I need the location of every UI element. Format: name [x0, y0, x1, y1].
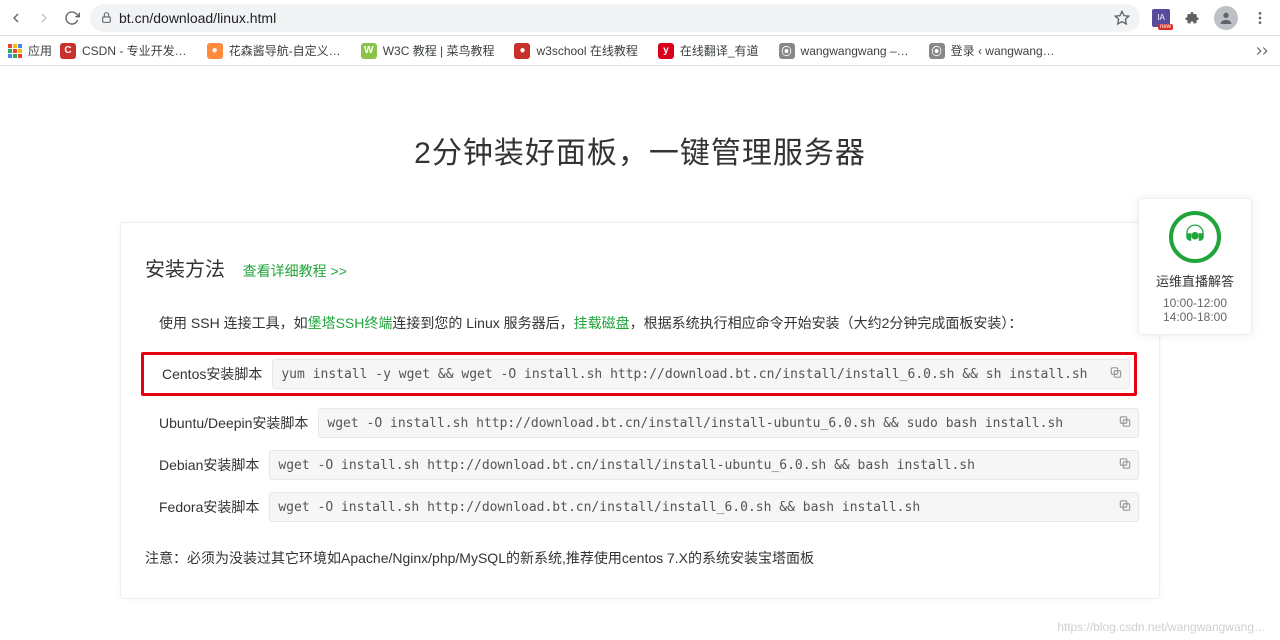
bookmark-item[interactable]: W W3C 教程 | 菜鸟教程 — [361, 42, 495, 59]
ssh-terminal-link[interactable]: 堡塔SSH终端 — [308, 315, 393, 331]
bookmark-item[interactable]: ⦿ wangwangwang –… — [779, 42, 909, 59]
support-float-card[interactable]: 运维直播解答 10:00-12:00 14:00-18:00 — [1138, 198, 1252, 335]
intro-pre: 使用 SSH 连接工具，如 — [159, 315, 308, 331]
forward-button[interactable] — [34, 8, 54, 28]
favicon: ⦿ — [929, 43, 945, 59]
favicon: ● — [207, 43, 223, 59]
script-label: Fedora安装脚本 — [159, 497, 259, 517]
apps-label: 应用 — [28, 42, 52, 59]
hero-heading: 2分钟装好面板，一键管理服务器 — [0, 128, 1280, 172]
watermark: https://blog.csdn.net/wangwangwang… — [1057, 620, 1266, 634]
intro-post: ，根据系统执行相应命令开始安装（大约2分钟完成面板安装）： — [630, 315, 1023, 331]
apps-icon — [8, 44, 22, 58]
bookmark-item[interactable]: ● 花森酱导航-自定义… — [207, 42, 341, 59]
bookmark-label: W3C 教程 | 菜鸟教程 — [383, 42, 495, 59]
install-script-row: Ubuntu/Deepin安装脚本 wget -O install.sh htt… — [159, 408, 1139, 438]
star-icon[interactable] — [1114, 10, 1130, 26]
copy-icon[interactable] — [1118, 499, 1132, 516]
script-code[interactable]: wget -O install.sh http://download.bt.cn… — [318, 408, 1139, 438]
favicon: W — [361, 43, 377, 59]
browser-menu-button[interactable] — [1250, 8, 1270, 28]
copy-icon[interactable] — [1118, 457, 1132, 474]
script-label: Centos安装脚本 — [162, 364, 262, 384]
back-button[interactable] — [6, 8, 26, 28]
favicon: ● — [514, 43, 530, 59]
bookmark-item[interactable]: ⦿ 登录 ‹ wangwang… — [929, 42, 1055, 59]
script-code[interactable]: yum install -y wget && wget -O install.s… — [272, 359, 1130, 389]
mount-disk-link[interactable]: 挂载磁盘 — [574, 315, 630, 331]
intro-mid: 连接到您的 Linux 服务器后， — [392, 315, 573, 331]
bookmark-item[interactable]: C CSDN - 专业开发… — [60, 42, 187, 59]
support-agent-icon — [1169, 211, 1221, 263]
script-label: Debian安装脚本 — [159, 455, 259, 475]
bookmark-label: 登录 ‹ wangwang… — [951, 42, 1055, 59]
url-text: bt.cn/download/linux.html — [119, 10, 1108, 26]
bookmarks-bar: 应用 C CSDN - 专业开发… ● 花森酱导航-自定义… W W3C 教程 | 菜鸟教… — [0, 36, 1280, 66]
bookmark-label: wangwangwang –… — [801, 44, 909, 58]
bookmark-item[interactable]: y 在线翻译_有道 — [658, 42, 759, 59]
support-title: 运维直播解答 — [1145, 271, 1245, 290]
favicon: y — [658, 43, 674, 59]
copy-icon[interactable] — [1118, 415, 1132, 432]
extension-badge[interactable]: IAnew — [1152, 9, 1170, 27]
profile-avatar[interactable] — [1214, 6, 1238, 30]
install-note: 注意：必须为没装过其它环境如Apache/Nginx/php/MySQL的新系统… — [145, 548, 1139, 568]
copy-icon[interactable] — [1109, 366, 1123, 383]
script-code[interactable]: wget -O install.sh http://download.bt.cn… — [269, 492, 1139, 522]
bookmarks-overflow[interactable] — [1252, 41, 1272, 61]
extensions-button[interactable] — [1182, 8, 1202, 28]
section-title: 安装方法 — [145, 253, 225, 282]
favicon: C — [60, 43, 76, 59]
script-label: Ubuntu/Deepin安装脚本 — [159, 413, 308, 433]
detail-tutorial-link[interactable]: 查看详细教程 >> — [243, 263, 347, 279]
bookmark-label: CSDN - 专业开发… — [82, 42, 187, 59]
install-script-row: Debian安装脚本 wget -O install.sh http://dow… — [159, 450, 1139, 480]
bookmark-label: 花森酱导航-自定义… — [229, 42, 341, 59]
lock-icon — [100, 11, 113, 24]
install-panel: 安装方法 查看详细教程 >> 使用 SSH 连接工具，如堡塔SSH终端连接到您的… — [120, 222, 1160, 599]
install-script-row: Fedora安装脚本 wget -O install.sh http://dow… — [159, 492, 1139, 522]
support-time-1: 10:00-12:00 — [1145, 296, 1245, 310]
support-time-2: 14:00-18:00 — [1145, 310, 1245, 324]
apps-shortcut[interactable]: 应用 — [8, 42, 52, 59]
page-content: 2分钟装好面板，一键管理服务器 安装方法 查看详细教程 >> 使用 SSH 连接… — [0, 66, 1280, 640]
install-script-row: Centos安装脚本 yum install -y wget && wget -… — [141, 352, 1137, 396]
bookmark-label: 在线翻译_有道 — [680, 42, 759, 59]
favicon: ⦿ — [779, 43, 795, 59]
browser-toolbar: bt.cn/download/linux.html IAnew — [0, 0, 1280, 36]
bookmark-label: w3school 在线教程 — [536, 42, 637, 59]
reload-button[interactable] — [62, 8, 82, 28]
intro-text: 使用 SSH 连接工具，如堡塔SSH终端连接到您的 Linux 服务器后，挂载磁… — [159, 312, 1139, 334]
address-bar[interactable]: bt.cn/download/linux.html — [90, 4, 1140, 32]
bookmark-item[interactable]: ● w3school 在线教程 — [514, 42, 637, 59]
script-code[interactable]: wget -O install.sh http://download.bt.cn… — [269, 450, 1139, 480]
